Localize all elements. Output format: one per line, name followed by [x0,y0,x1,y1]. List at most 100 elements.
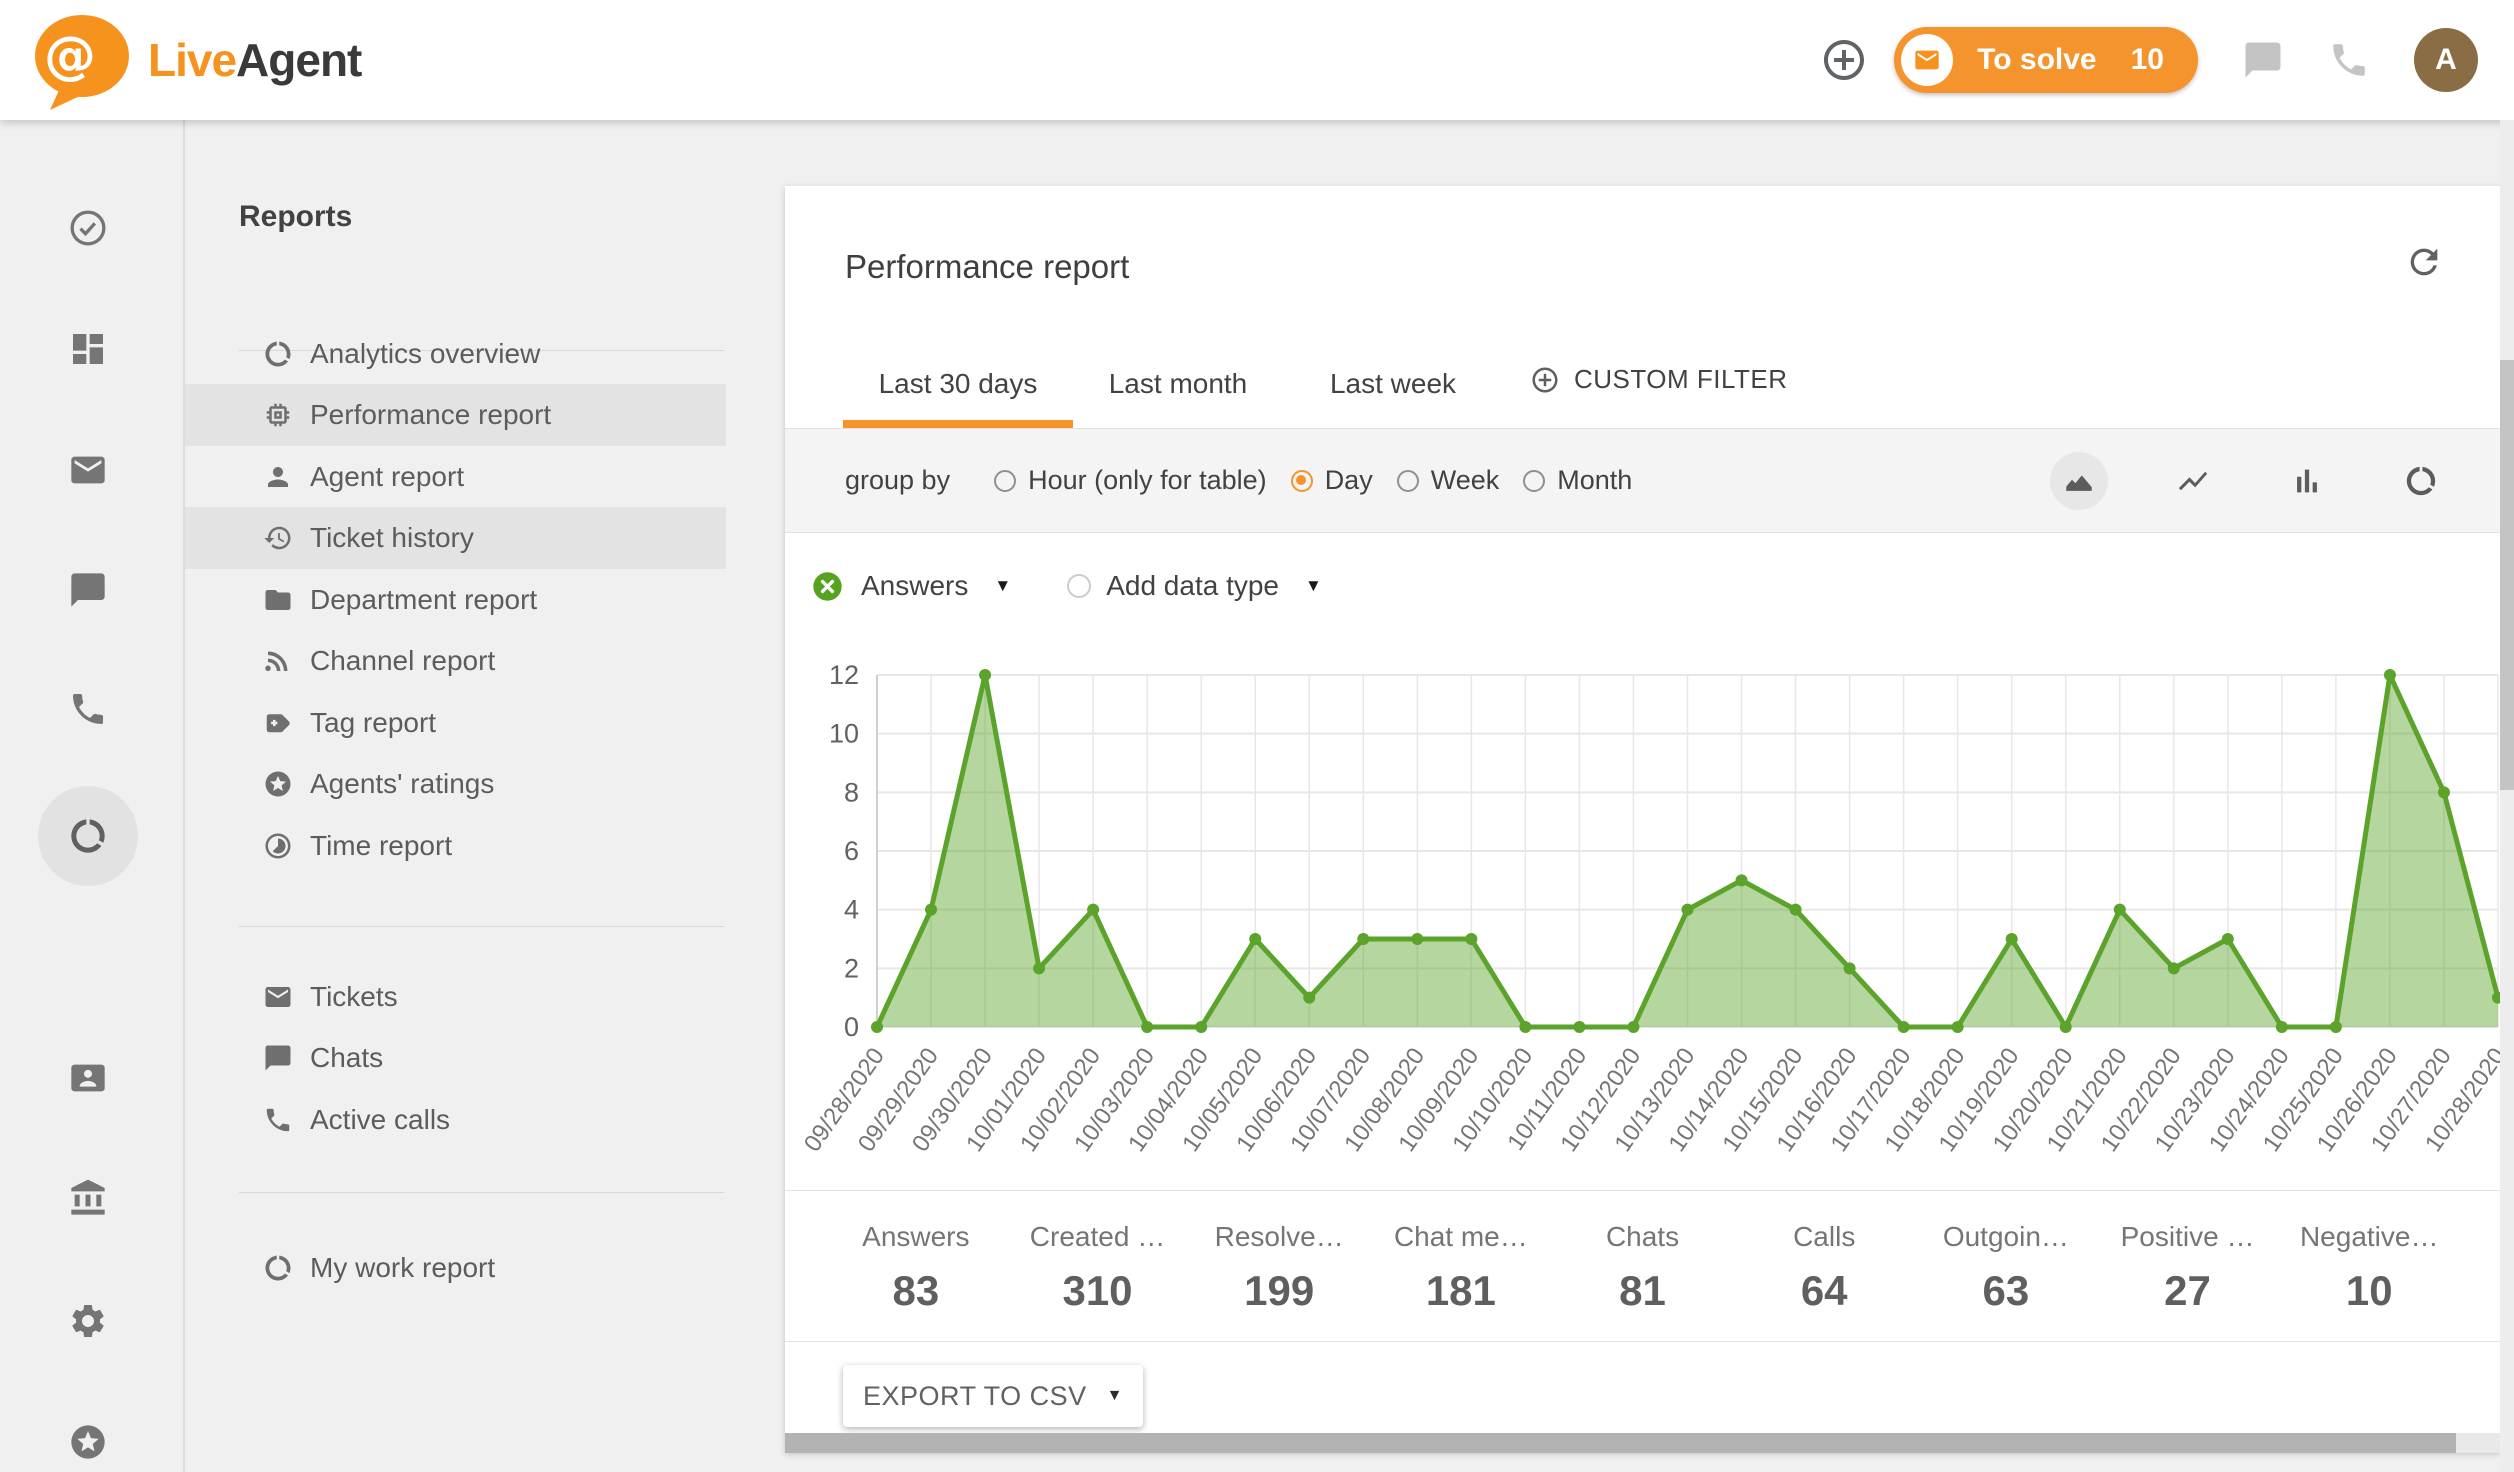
area-chart-button[interactable] [2050,452,2108,510]
stat-label: Negative… [2278,1221,2460,1253]
radio-day-label[interactable]: Day [1325,465,1373,496]
reports-sidebar: Reports Analytics overview Performance r… [185,120,760,1472]
donut-chart-button[interactable] [2392,452,2450,510]
stat-value: 64 [1733,1267,1915,1315]
sidebar-title: Reports [239,200,352,234]
icon-rail [0,120,185,1472]
sidebar-item-label: My work report [310,1252,495,1284]
sidebar-item-department-report[interactable]: Department report [185,569,726,631]
add-data-type-radio[interactable] [1067,574,1091,598]
timelapse-clock-icon [263,831,293,861]
contact-card-icon[interactable] [68,1058,108,1098]
top-header: @ LiveAgent To solve 10 [0,0,2514,120]
sidebar-item-channel-report[interactable]: Channel report [185,630,726,692]
chart-canvas: 02468101209/28/202009/29/202009/30/20201… [785,638,2500,1198]
tab-last-week[interactable]: Last week [1323,368,1463,400]
star-circle-icon[interactable] [68,1422,108,1462]
brand-text: LiveAgent [148,33,361,87]
sidebar-item-active-calls[interactable]: Active calls [185,1089,726,1151]
tickets-mail-icon[interactable] [68,450,108,490]
logo-bubble-icon: @ [26,8,134,112]
user-avatar[interactable]: A [2414,28,2478,92]
sidebar-item-label: Ticket history [310,522,474,554]
sidebar-item-my-work-report[interactable]: My work report [185,1237,726,1299]
radio-month-label[interactable]: Month [1557,465,1632,496]
stat-value: 81 [1552,1267,1734,1315]
add-data-type-label[interactable]: Add data type [1106,570,1279,602]
sidebar-item-performance-report[interactable]: Performance report [185,384,726,446]
stat-label: Created … [1007,1221,1189,1253]
sidebar-item-tag-report[interactable]: Tag report [185,692,726,754]
folder-icon [263,585,293,615]
bar-chart-icon [2290,464,2324,498]
star-circle-icon [263,769,293,799]
vertical-scrollbar-track[interactable] [2500,120,2514,1472]
radio-month[interactable] [1523,470,1545,492]
radio-hour[interactable] [994,470,1016,492]
stat-0: Answers83 [825,1191,1007,1341]
sidebar-item-label: Agents' ratings [310,768,494,800]
horizontal-scrollbar-track[interactable] [785,1433,2500,1453]
chats-header-icon[interactable] [2242,39,2284,81]
divider [239,926,724,927]
mail-icon [263,982,293,1012]
custom-filter-label: CUSTOM FILTER [1574,364,1788,395]
sidebar-item-time-report[interactable]: Time report [185,815,726,877]
svg-text:0: 0 [844,1012,859,1042]
person-icon [263,462,293,492]
radio-hour-label[interactable]: Hour (only for table) [1028,465,1267,496]
custom-filter-button[interactable]: CUSTOM FILTER [1530,364,1788,395]
sidebar-item-agents-ratings[interactable]: Agents' ratings [185,753,726,815]
add-new-icon[interactable] [1820,36,1868,84]
data-type-row: Answers ▼ Add data type ▼ [785,534,2500,638]
donut-chart-icon [263,1253,293,1283]
refresh-icon[interactable] [2404,242,2444,282]
sidebar-item-label: Tag report [310,707,436,739]
stat-4: Chats81 [1552,1191,1734,1341]
sidebar-item-analytics-overview[interactable]: Analytics overview [185,323,726,385]
chats-rail-icon[interactable] [68,570,108,610]
reports-donut-icon[interactable] [68,816,108,856]
stat-label: Chat me… [1370,1221,1552,1253]
sidebar-item-ticket-history[interactable]: Ticket history [185,507,726,569]
line-chart-icon [2176,464,2210,498]
calls-header-icon[interactable] [2328,39,2370,81]
sidebar-item-label: Department report [310,584,537,616]
stat-value: 181 [1370,1267,1552,1315]
chart-type-switcher [2050,452,2450,510]
tab-last-30-days[interactable]: Last 30 days [843,368,1073,400]
data-type-dropdown-caret[interactable]: ▼ [994,576,1011,596]
vertical-scrollbar-thumb[interactable] [2500,360,2514,790]
tab-last-month[interactable]: Last month [1098,368,1258,400]
radio-week[interactable] [1397,470,1419,492]
mail-icon [1913,46,1941,74]
summary-stats-row: Answers83Created …310Resolve…199Chat me…… [825,1191,2460,1341]
check-circle-icon[interactable] [68,208,108,248]
export-to-csv-button[interactable]: EXPORT TO CSV ▼ [843,1365,1143,1427]
add-data-type-caret[interactable]: ▼ [1305,576,1322,596]
data-type-selected-label[interactable]: Answers [861,570,968,602]
gear-icon[interactable] [68,1301,108,1341]
horizontal-scrollbar-thumb[interactable] [785,1433,2456,1453]
radio-week-label[interactable]: Week [1431,465,1500,496]
bar-chart-button[interactable] [2278,452,2336,510]
remove-data-type-icon[interactable] [812,571,843,602]
line-chart-button[interactable] [2164,452,2222,510]
calls-rail-icon[interactable] [68,689,108,729]
radio-day[interactable] [1291,470,1313,492]
stat-label: Answers [825,1221,1007,1253]
divider [239,1192,724,1193]
liveagent-logo[interactable]: @ LiveAgent [26,8,361,112]
stat-value: 310 [1007,1267,1189,1315]
header-actions: To solve 10 A [1820,27,2514,93]
bank-icon[interactable] [68,1178,108,1218]
sidebar-item-tickets[interactable]: Tickets [185,966,726,1028]
memory-chip-icon [263,400,293,430]
export-label: EXPORT TO CSV [863,1381,1087,1412]
to-solve-button[interactable]: To solve 10 [1894,27,2198,93]
dashboard-icon[interactable] [68,329,108,369]
sidebar-item-agent-report[interactable]: Agent report [185,446,726,508]
sidebar-item-chats[interactable]: Chats [185,1027,726,1089]
stat-label: Calls [1733,1221,1915,1253]
rss-icon [263,646,293,676]
